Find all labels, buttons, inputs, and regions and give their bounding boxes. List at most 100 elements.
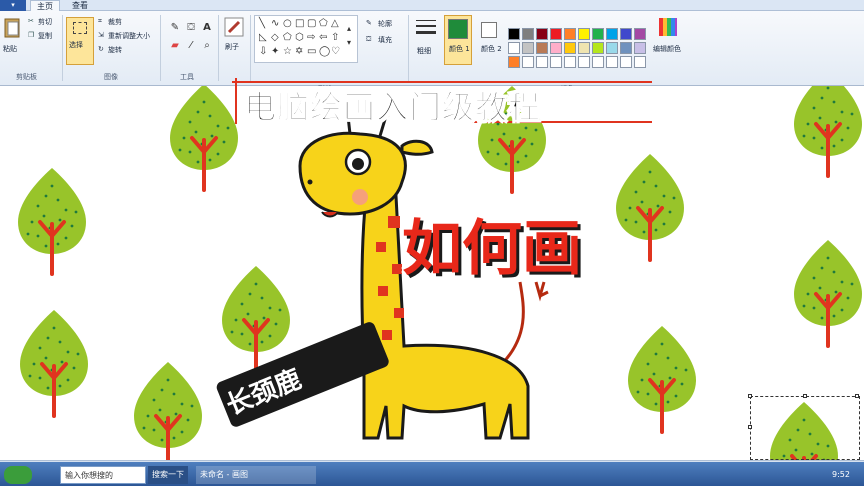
divider <box>160 15 161 81</box>
rotate-button[interactable]: 旋转 <box>108 45 122 55</box>
palette-swatch[interactable] <box>592 42 604 54</box>
palette-swatch[interactable] <box>634 28 646 40</box>
palette-swatch-empty[interactable] <box>620 56 632 68</box>
color1-button[interactable]: 颜色 1 <box>444 15 472 65</box>
heart-shape-icon[interactable]: ♡ <box>331 47 340 57</box>
palette-swatch[interactable] <box>592 28 604 40</box>
arrow-up-shape-icon[interactable]: ⇧ <box>331 33 339 43</box>
palette-swatch[interactable] <box>522 28 534 40</box>
palette-swatch[interactable] <box>536 42 548 54</box>
copy-button[interactable]: 复制 <box>38 31 52 41</box>
color1-swatch <box>448 19 468 39</box>
palette-swatch[interactable] <box>606 28 618 40</box>
palette-swatch-empty[interactable] <box>508 56 520 68</box>
divider <box>218 15 219 81</box>
cut-icon: ✂ <box>28 17 34 25</box>
scroll-up-icon[interactable]: ▴ <box>347 24 351 34</box>
palette-swatch-empty[interactable] <box>634 56 646 68</box>
hexagon-shape-icon[interactable]: ⬡ <box>295 33 304 43</box>
selection-handle[interactable] <box>748 394 752 398</box>
palette-swatch[interactable] <box>550 42 562 54</box>
palette-swatch-empty[interactable] <box>578 56 590 68</box>
palette-swatch-empty[interactable] <box>550 56 562 68</box>
palette-swatch[interactable] <box>620 42 632 54</box>
rounded-rect-shape-icon[interactable]: ▢ <box>307 19 316 29</box>
palette-swatch[interactable] <box>578 28 590 40</box>
selection-handle[interactable] <box>748 425 752 429</box>
triangle-shape-icon[interactable]: △ <box>331 19 339 29</box>
size-label: 粗细 <box>417 47 431 55</box>
palette-swatch[interactable] <box>508 42 520 54</box>
select-button[interactable]: 选择 <box>66 17 94 65</box>
pencil-icon[interactable]: ✎ <box>168 21 182 35</box>
rectangle-shape-icon[interactable]: □ <box>295 19 304 29</box>
callout-rect-shape-icon[interactable]: ▭ <box>307 47 316 57</box>
color2-label: 颜色 2 <box>481 45 502 53</box>
size-button[interactable]: 粗细 <box>412 15 440 65</box>
tab-view[interactable]: 查看 <box>66 0 94 11</box>
palette-swatch-empty[interactable] <box>522 56 534 68</box>
fill-button[interactable]: 填充 <box>378 35 392 45</box>
scroll-down-icon[interactable]: ▾ <box>347 38 351 48</box>
palette-swatch[interactable] <box>578 42 590 54</box>
crop-button[interactable]: 裁剪 <box>108 17 122 27</box>
color2-button[interactable]: 颜色 2 <box>476 15 504 65</box>
edit-colors-label: 编辑颜色 <box>653 45 681 53</box>
start-button[interactable] <box>4 466 32 484</box>
oval-shape-icon[interactable]: ○ <box>283 19 292 29</box>
arrow-left-shape-icon[interactable]: ⇦ <box>319 33 327 43</box>
pentagon-shape-icon[interactable]: ⬠ <box>283 33 292 43</box>
arrow-down-shape-icon[interactable]: ⇩ <box>259 47 267 57</box>
taskbar-app-paint[interactable]: 未命名 - 画图 <box>196 466 316 484</box>
picker-icon[interactable]: ⁄ <box>184 39 198 53</box>
palette-swatch[interactable] <box>606 42 618 54</box>
right-triangle-shape-icon[interactable]: ◺ <box>259 33 267 43</box>
arrow-right-shape-icon[interactable]: ⇨ <box>307 33 315 43</box>
ribbon-tabs: ▾ 主页 查看 <box>0 0 864 11</box>
ribbon: 粘贴 ✂ 剪切 ❐ 复制 剪贴板 选择 ⌗ 裁剪 ⇲ 重新调整大小 ↻ 旋转 图… <box>0 11 864 93</box>
palette-swatch[interactable] <box>536 28 548 40</box>
paste-label: 粘贴 <box>3 45 17 53</box>
palette-swatch[interactable] <box>564 42 576 54</box>
palette-swatch[interactable] <box>550 28 562 40</box>
magnifier-icon[interactable]: ⌕ <box>200 39 214 53</box>
curve-shape-icon[interactable]: ∿ <box>271 19 279 29</box>
brush-icon <box>224 17 244 37</box>
selection-rectangle[interactable] <box>748 394 860 460</box>
line-shape-icon[interactable]: ╲ <box>259 19 265 29</box>
palette-swatch[interactable] <box>620 28 632 40</box>
palette-swatch-empty[interactable] <box>564 56 576 68</box>
selection-handle[interactable] <box>803 394 807 398</box>
text-icon[interactable]: A <box>200 21 214 35</box>
palette-swatch[interactable] <box>634 42 646 54</box>
tab-home[interactable]: 主页 <box>30 0 60 11</box>
file-menu-button[interactable]: ▾ <box>0 0 26 11</box>
palette-swatch[interactable] <box>564 28 576 40</box>
fill-icon[interactable]: ⛋ <box>184 21 198 35</box>
palette-swatch-empty[interactable] <box>592 56 604 68</box>
palette-swatch-empty[interactable] <box>536 56 548 68</box>
star4-shape-icon[interactable]: ✦ <box>271 47 279 57</box>
eraser-icon[interactable]: ▰ <box>168 39 182 53</box>
selection-handle[interactable] <box>855 394 859 398</box>
cut-button[interactable]: 剪切 <box>38 17 52 27</box>
palette-swatch[interactable] <box>522 42 534 54</box>
palette-swatch-empty[interactable] <box>606 56 618 68</box>
outline-button[interactable]: 轮廓 <box>378 19 392 29</box>
resize-icon: ⇲ <box>98 31 104 39</box>
shapes-gallery[interactable]: ╲ ∿ ○ □ ▢ ⬠ △ ◺ ◇ ⬠ ⬡ ⇨ ⇦ ⇧ ⇩ ✦ ☆ ✡ ▭ ◯ … <box>254 15 358 63</box>
star6-shape-icon[interactable]: ✡ <box>295 47 303 57</box>
callout-oval-shape-icon[interactable]: ◯ <box>319 47 330 57</box>
palette-swatch[interactable] <box>508 28 520 40</box>
paste-button[interactable]: 粘贴 <box>2 15 22 61</box>
polygon-shape-icon[interactable]: ⬠ <box>319 19 328 29</box>
star5-shape-icon[interactable]: ☆ <box>283 47 292 57</box>
edit-colors-button[interactable]: 编辑颜色 <box>650 15 684 65</box>
resize-button[interactable]: 重新调整大小 <box>108 31 150 41</box>
diamond-shape-icon[interactable]: ◇ <box>271 33 279 43</box>
search-input[interactable]: 输入你想搜的 <box>60 466 146 484</box>
tools-group-label: 工具 <box>180 73 194 81</box>
brushes-button[interactable]: 刷子 <box>222 15 248 63</box>
tutorial-title: 电脑绘画入门级教程 <box>243 88 542 127</box>
search-button[interactable]: 搜索一下 <box>148 466 188 484</box>
